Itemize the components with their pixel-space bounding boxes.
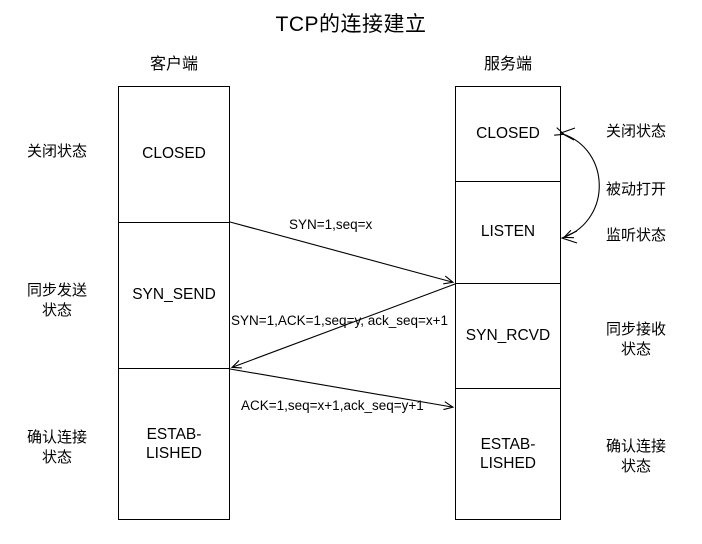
client-note-established: 确认连接 状态 bbox=[26, 429, 87, 467]
server-state-syn-rcvd: SYN_RCVD bbox=[456, 284, 560, 389]
server-timeline: CLOSED LISTEN SYN_RCVD ESTAB- LISHED bbox=[455, 86, 561, 520]
client-state-closed-label: CLOSED bbox=[142, 145, 206, 163]
server-state-closed-label: CLOSED bbox=[476, 124, 540, 142]
server-state-established-label: ESTAB- LISHED bbox=[480, 436, 536, 472]
message-label-syn-ack: SYN=1,ACK=1,seq=y, ack_seq=x+1 bbox=[231, 313, 449, 328]
client-state-established-label: ESTAB- LISHED bbox=[146, 426, 202, 462]
message-label-syn: SYN=1,seq=x bbox=[289, 217, 373, 232]
server-note-closed: 关闭状态 bbox=[605, 123, 666, 140]
client-state-syn-send: SYN_SEND bbox=[119, 223, 229, 369]
diagram-canvas: TCP的连接建立 客户端 服务端 CLOSED SYN_SEND ESTAB- … bbox=[0, 0, 702, 544]
client-note-closed: 关闭状态 bbox=[26, 143, 87, 160]
server-column-header: 服务端 bbox=[483, 56, 532, 73]
client-timeline: CLOSED SYN_SEND ESTAB- LISHED bbox=[118, 86, 230, 520]
arrow-passive-open-head-top bbox=[559, 127, 576, 141]
client-column-header: 客户端 bbox=[149, 56, 198, 73]
client-note-syn-send: 同步发送 状态 bbox=[26, 282, 87, 320]
client-state-syn-send-label: SYN_SEND bbox=[132, 286, 216, 304]
client-state-established: ESTAB- LISHED bbox=[119, 369, 229, 521]
server-state-closed: CLOSED bbox=[456, 87, 560, 182]
server-state-listen: LISTEN bbox=[456, 182, 560, 284]
arrow-passive-open-head-bottom bbox=[560, 230, 578, 244]
page-title: TCP的连接建立 bbox=[275, 13, 427, 36]
server-note-established: 确认连接 状态 bbox=[605, 438, 666, 476]
server-note-syn-rcvd: 同步接收 状态 bbox=[605, 321, 666, 359]
message-label-ack: ACK=1,seq=x+1,ack_seq=y+1 bbox=[241, 398, 424, 413]
server-state-established: ESTAB- LISHED bbox=[456, 389, 560, 521]
server-note-listen: 监听状态 bbox=[605, 227, 666, 244]
server-state-listen-label: LISTEN bbox=[480, 223, 536, 241]
client-state-closed: CLOSED bbox=[119, 87, 229, 223]
server-note-passive-open: 被动打开 bbox=[605, 181, 666, 198]
server-state-syn-rcvd-label: SYN_RCVD bbox=[465, 326, 551, 344]
